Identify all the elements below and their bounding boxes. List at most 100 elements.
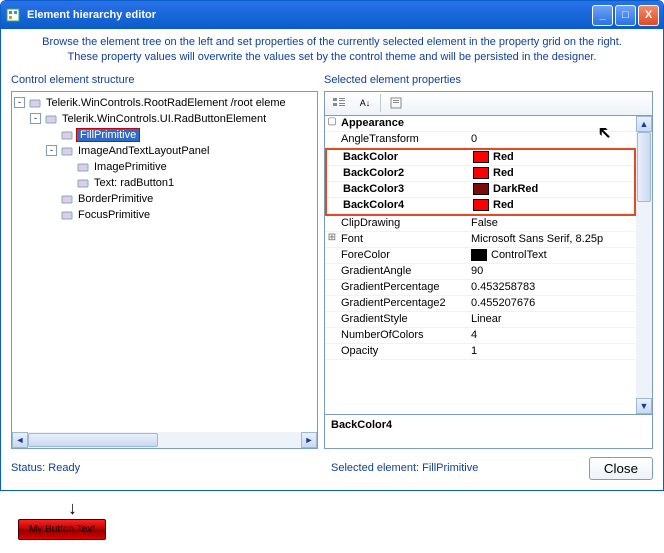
- prop-name: ClipDrawing: [339, 216, 469, 231]
- color-swatch: [473, 167, 489, 179]
- prop-row[interactable]: GradientAngle90: [325, 264, 636, 280]
- prop-row[interactable]: Opacity1: [325, 344, 636, 360]
- prop-value[interactable]: Red: [471, 150, 634, 165]
- prop-toolbar: A↓: [324, 91, 653, 115]
- tree-item[interactable]: - Telerik.WinControls.UI.RadButtonElement: [14, 111, 315, 127]
- prop-row[interactable]: GradientPercentage20.455207676: [325, 296, 636, 312]
- prop-name: Opacity: [339, 344, 469, 359]
- category-collapse-icon[interactable]: ▢: [325, 116, 339, 131]
- prop-value[interactable]: ControlText: [469, 248, 636, 263]
- prop-row[interactable]: ForeColorControlText: [325, 248, 636, 264]
- prop-row[interactable]: AngleTransform0: [325, 132, 636, 148]
- tree-item[interactable]: FillPrimitive: [14, 127, 315, 143]
- alphabetical-button[interactable]: A↓: [354, 93, 376, 113]
- color-swatch: [473, 151, 489, 163]
- vscroll-thumb[interactable]: [637, 132, 651, 202]
- tree-node-icon: [28, 97, 42, 109]
- prop-value[interactable]: 4: [469, 328, 636, 343]
- tree-node-icon: [60, 193, 74, 205]
- prop-name: Font: [339, 232, 469, 247]
- tree-item-label[interactable]: Telerik.WinControls.UI.RadButtonElement: [60, 113, 268, 125]
- app-icon: [5, 7, 21, 23]
- maximize-button[interactable]: □: [615, 5, 636, 26]
- tree-item[interactable]: Text: radButton1: [14, 175, 315, 191]
- description-line2: These property values will overwrite the…: [11, 50, 653, 65]
- prop-name: GradientPercentage: [339, 280, 469, 295]
- prop-row[interactable]: BackColor4Red: [327, 198, 634, 214]
- hscroll-thumb[interactable]: [28, 433, 158, 447]
- scroll-left-button[interactable]: ◄: [12, 432, 28, 448]
- prop-value[interactable]: DarkRed: [471, 182, 634, 197]
- prop-value[interactable]: Red: [471, 198, 634, 213]
- highlighted-group: BackColorRedBackColor2RedBackColor3DarkR…: [325, 148, 636, 216]
- color-swatch: [473, 199, 489, 211]
- prop-value[interactable]: 0.453258783: [469, 280, 636, 295]
- categorized-button[interactable]: [328, 93, 350, 113]
- tree-item[interactable]: ImagePrimitive: [14, 159, 315, 175]
- scroll-right-button[interactable]: ►: [301, 432, 317, 448]
- tree-node-icon: [44, 113, 58, 125]
- prop-category[interactable]: ▢Appearance: [325, 116, 636, 132]
- property-pages-button[interactable]: [385, 93, 407, 113]
- property-grid[interactable]: ➔ ▢AppearanceAngleTransform0BackColorRed…: [324, 115, 653, 415]
- prop-value[interactable]: 1: [469, 344, 636, 359]
- prop-row[interactable]: BackColorRed: [327, 150, 634, 166]
- prop-expand-icon[interactable]: ⊞: [325, 232, 339, 247]
- tree-item-label[interactable]: Telerik.WinControls.RootRadElement /root…: [44, 97, 288, 109]
- description-line1: Browse the element tree on the left and …: [11, 35, 653, 50]
- tree-hscroll[interactable]: ◄ ►: [12, 432, 317, 448]
- prop-row[interactable]: GradientPercentage0.453258783: [325, 280, 636, 296]
- tree-expander[interactable]: -: [14, 97, 25, 108]
- prop-value[interactable]: 0.455207676: [469, 296, 636, 311]
- tree-item-label[interactable]: Text: radButton1: [92, 177, 176, 189]
- tree-expander[interactable]: -: [46, 145, 57, 156]
- prop-value[interactable]: False: [469, 216, 636, 231]
- prop-name: BackColor2: [341, 166, 471, 181]
- arrow-down-icon: ↓: [18, 499, 664, 517]
- close-button[interactable]: Close: [589, 457, 653, 480]
- tree-expander[interactable]: -: [30, 113, 41, 124]
- close-window-button[interactable]: X: [638, 5, 659, 26]
- tree-item[interactable]: BorderPrimitive: [14, 191, 315, 207]
- prop-name: AngleTransform: [339, 132, 469, 147]
- prop-row[interactable]: NumberOfColors4: [325, 328, 636, 344]
- tree-item-label[interactable]: ImagePrimitive: [92, 161, 169, 173]
- tree-item-label[interactable]: FillPrimitive: [76, 128, 140, 142]
- prop-row[interactable]: GradientStyleLinear: [325, 312, 636, 328]
- editor-window: Element hierarchy editor _ □ X Browse th…: [0, 0, 664, 491]
- tree-item[interactable]: - ImageAndTextLayoutPanel: [14, 143, 315, 159]
- prop-value[interactable]: 90: [469, 264, 636, 279]
- prop-row[interactable]: BackColor3DarkRed: [327, 182, 634, 198]
- minimize-button[interactable]: _: [592, 5, 613, 26]
- tree-item-label[interactable]: ImageAndTextLayoutPanel: [76, 145, 211, 157]
- prop-value[interactable]: Linear: [469, 312, 636, 327]
- selected-element-text: Selected element: FillPrimitive: [331, 462, 589, 474]
- tree-item-label[interactable]: BorderPrimitive: [76, 193, 155, 205]
- tree-item[interactable]: FocusPrimitive: [14, 207, 315, 223]
- color-swatch: [473, 183, 489, 195]
- preview-button[interactable]: My Button Text: [18, 519, 106, 540]
- tree-node-icon: [60, 209, 74, 221]
- title-bar[interactable]: Element hierarchy editor _ □ X: [1, 1, 663, 29]
- desc-property-name: BackColor4: [331, 419, 646, 431]
- tree-view[interactable]: -Telerik.WinControls.RootRadElement /roo…: [11, 91, 318, 449]
- tree-node-icon: [76, 177, 90, 189]
- prop-row[interactable]: ClipDrawingFalse: [325, 216, 636, 232]
- prop-row[interactable]: BackColor2Red: [327, 166, 634, 182]
- prop-value[interactable]: Microsoft Sans Serif, 8.25p: [469, 232, 636, 247]
- window-title: Element hierarchy editor: [27, 9, 592, 21]
- prop-value[interactable]: Red: [471, 166, 634, 181]
- scroll-up-button[interactable]: ▲: [636, 116, 652, 132]
- prop-row[interactable]: ⊞FontMicrosoft Sans Serif, 8.25p: [325, 232, 636, 248]
- prop-vscroll[interactable]: ▲ ▼: [636, 116, 652, 414]
- tree-item[interactable]: - Telerik.WinControls.RootRadElement /roo…: [14, 95, 315, 111]
- scroll-down-button[interactable]: ▼: [636, 398, 652, 414]
- prop-name: GradientStyle: [339, 312, 469, 327]
- status-text: Status: Ready: [11, 462, 331, 474]
- tree-header: Control element structure: [11, 74, 318, 88]
- prop-name: GradientPercentage2: [339, 296, 469, 311]
- color-swatch: [471, 249, 487, 261]
- description: Browse the element tree on the left and …: [11, 35, 653, 66]
- prop-name: BackColor4: [341, 198, 471, 213]
- tree-item-label[interactable]: FocusPrimitive: [76, 209, 152, 221]
